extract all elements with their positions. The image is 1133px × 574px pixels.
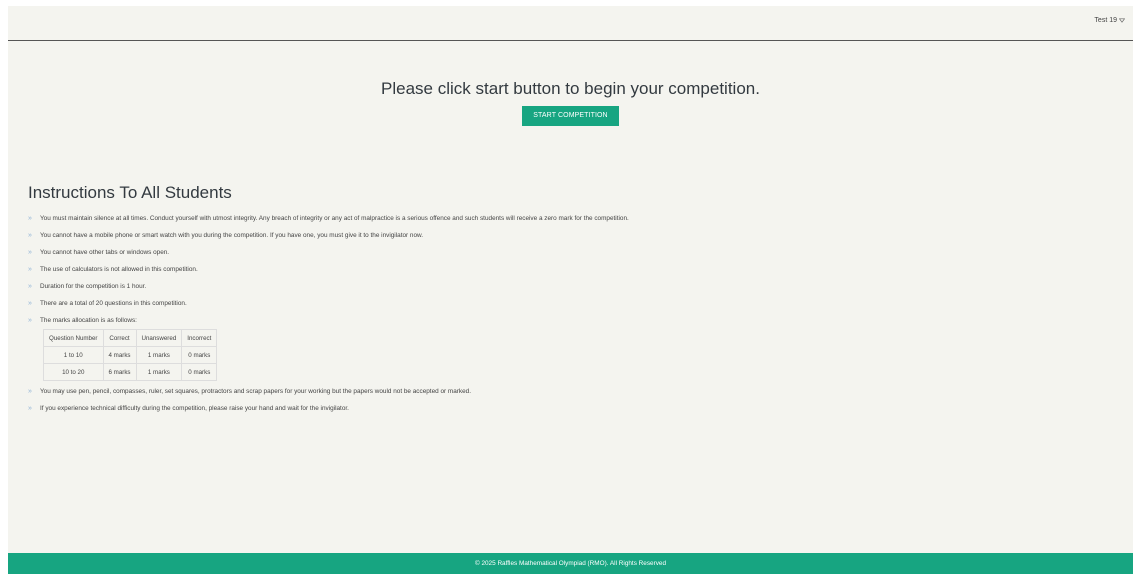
double-chevron-right-icon: » (28, 232, 32, 239)
header-unanswered: Unanswered (135, 329, 183, 347)
list-item: » You may use pen, pencil, compasses, rul… (28, 383, 1118, 400)
instructions-title: Instructions To All Students (28, 183, 232, 202)
list-item: » The use of calculators is not allowed i… (28, 261, 1118, 278)
instruction-text: The use of calculators is not allowed in… (40, 266, 198, 273)
table-cell: 6 marks (102, 363, 137, 381)
double-chevron-right-icon: » (28, 215, 32, 222)
user-name: Test 19 (1094, 17, 1117, 24)
double-chevron-right-icon: » (28, 300, 32, 307)
list-item: » You cannot have other tabs or windows o… (28, 244, 1118, 261)
double-chevron-right-icon: » (28, 249, 32, 256)
header-question-number: Question Number (43, 329, 104, 347)
instruction-text: If you experience technical difficulty d… (40, 405, 349, 412)
table-row: 1 to 10 4 marks 1 marks 0 marks (43, 346, 218, 364)
double-chevron-right-icon: » (28, 388, 32, 395)
table-cell: 1 marks (135, 346, 183, 364)
instruction-text: You must maintain silence at all times. … (40, 215, 629, 222)
table-row: 10 to 20 6 marks 1 marks 0 marks (43, 363, 218, 381)
list-item: » You cannot have a mobile phone or smart… (28, 227, 1118, 244)
marks-allocation-table: Question Number Correct Unanswered Incor… (43, 329, 218, 381)
instruction-text: There are a total of 20 questions in thi… (40, 300, 187, 307)
instructions-section: Instructions To All Students » You must m… (28, 182, 1118, 417)
header-correct: Correct (102, 329, 137, 347)
double-chevron-right-icon: » (28, 405, 32, 412)
table-cell: 4 marks (102, 346, 137, 364)
list-item: » There are a total of 20 questions in th… (28, 295, 1118, 312)
double-chevron-right-icon: » (28, 317, 32, 324)
instruction-text: The marks allocation is as follows: (40, 317, 137, 324)
header-incorrect: Incorrect (181, 329, 218, 347)
page-frame: Test 19 Please click start button to beg… (8, 6, 1133, 574)
instruction-text: Duration for the competition is 1 hour. (40, 283, 147, 290)
table-cell: 10 to 20 (43, 363, 104, 381)
instruction-text: You cannot have a mobile phone or smart … (40, 232, 424, 239)
instructions-list-continued: » You may use pen, pencil, compasses, rul… (28, 383, 1118, 417)
table-cell: 1 marks (135, 363, 183, 381)
list-item: » You must maintain silence at all times.… (28, 210, 1118, 227)
user-menu[interactable]: Test 19 (1094, 17, 1125, 24)
list-item: » The marks allocation is as follows: (28, 312, 1118, 329)
start-panel: Please click start button to begin your … (8, 78, 1133, 126)
list-item: » If you experience technical difficulty … (28, 400, 1118, 417)
table-cell: 0 marks (181, 346, 218, 364)
instruction-text: You may use pen, pencil, compasses, rule… (40, 388, 472, 395)
table-cell: 1 to 10 (43, 346, 104, 364)
start-message: Please click start button to begin your … (381, 79, 760, 98)
footer: © 2025 Raffles Mathematical Olympiad (RM… (8, 553, 1133, 574)
table-cell: 0 marks (181, 363, 218, 381)
start-competition-button[interactable]: START COMPETITION (522, 106, 619, 126)
instructions-list: » You must maintain silence at all times.… (28, 210, 1118, 329)
marks-table-wrapper: Question Number Correct Unanswered Incor… (28, 329, 1118, 381)
instruction-text: You cannot have other tabs or windows op… (40, 249, 170, 256)
double-chevron-right-icon: » (28, 266, 32, 273)
chevron-down-icon (1119, 18, 1125, 23)
table-header-row: Question Number Correct Unanswered Incor… (43, 329, 218, 347)
top-bar: Test 19 (8, 6, 1133, 41)
list-item: » Duration for the competition is 1 hour. (28, 278, 1118, 295)
double-chevron-right-icon: » (28, 283, 32, 290)
copyright-text: © 2025 Raffles Mathematical Olympiad (RM… (474, 560, 667, 567)
